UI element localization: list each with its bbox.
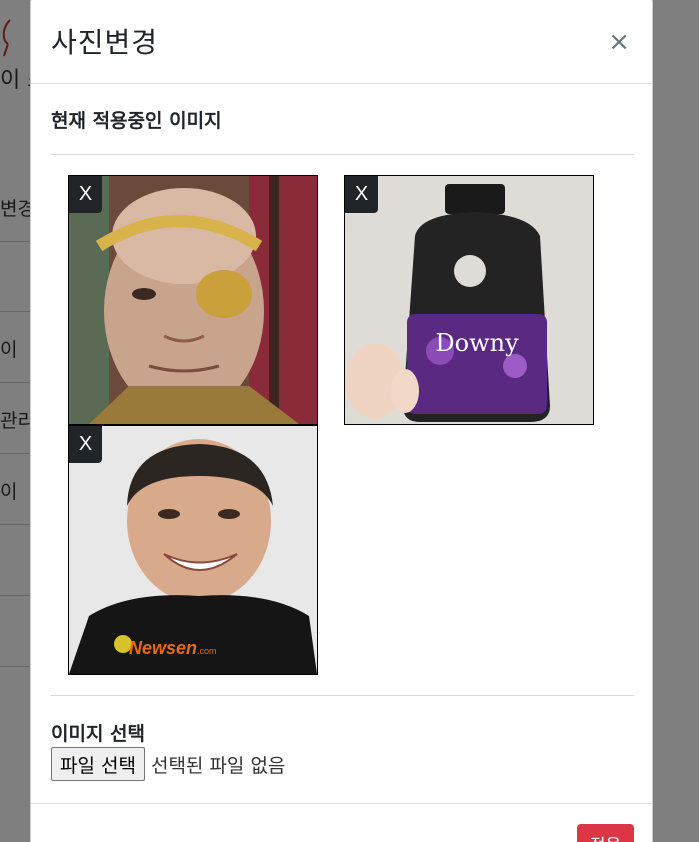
file-input[interactable]: 파일 선택 선택된 파일 없음 [51,746,285,782]
image-thumbnail: X [68,175,318,425]
smiling-man-photo: Newsen .com [69,426,317,674]
image-select-heading: 이미지 선택 [51,723,146,745]
eyepatch-man-photo [69,176,317,424]
svg-text:.com: .com [197,646,217,656]
divider [51,695,634,696]
divider [51,154,634,155]
image-thumbnail: Newsen .com X [68,425,318,675]
apply-button[interactable]: 적용 [577,824,634,842]
svg-text:Downy: Downy [435,329,519,357]
modal-header: 사진변경 × [31,0,652,84]
footer-divider [31,803,652,804]
remove-image-button[interactable]: X [345,176,378,213]
remove-image-button[interactable]: X [69,426,102,463]
modal-title: 사진변경 [51,26,159,59]
svg-text:Newsen: Newsen [129,638,197,658]
current-images-heading: 현재 적용중인 이미지 [51,110,222,132]
file-status-text: 선택된 파일 없음 [150,754,286,777]
downy-bottle-photo: Downy [345,176,593,424]
choose-file-button[interactable]: 파일 선택 [51,747,145,781]
photo-change-modal: 사진변경 × 현재 적용중인 이미지 X Downy X Newsen .com… [30,0,653,842]
close-icon[interactable]: × [608,29,630,55]
image-thumbnail: Downy X [344,175,594,425]
remove-image-button[interactable]: X [69,176,102,213]
